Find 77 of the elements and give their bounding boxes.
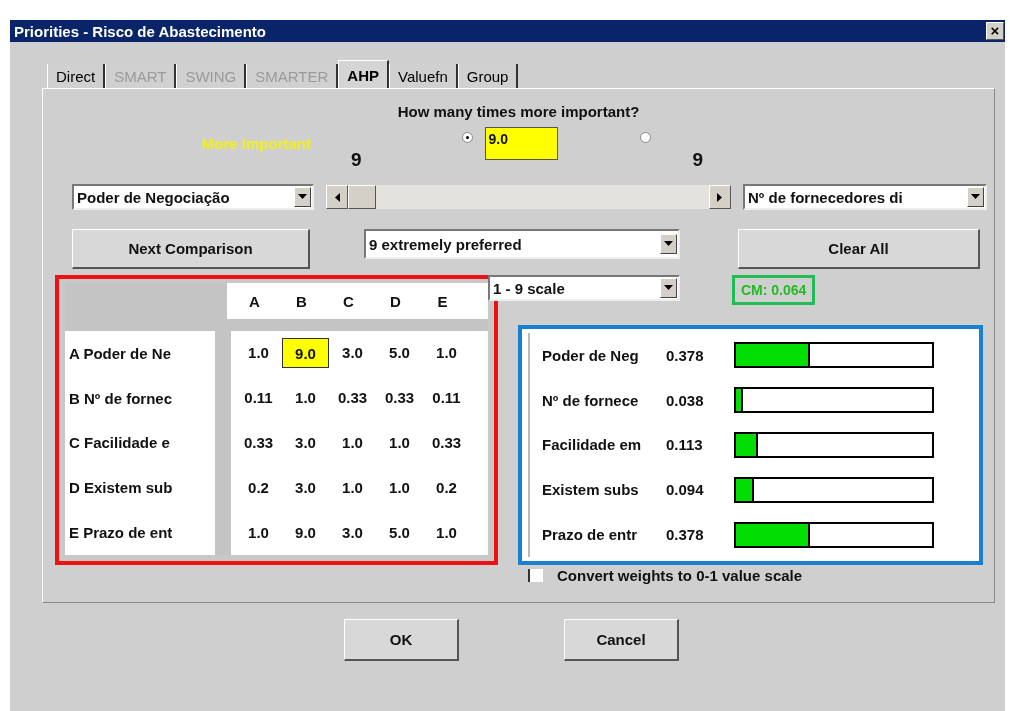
consistency-label: CM: 0.064 — [732, 275, 816, 305]
dropdown-arrow-icon — [664, 285, 673, 291]
matrix-cell[interactable]: 1.0 — [282, 383, 329, 414]
right-arrow-icon — [717, 192, 723, 202]
matrix-cell[interactable]: 5.0 — [376, 517, 423, 548]
matrix-cell[interactable]: 5.0 — [376, 338, 423, 369]
row-header: E Prazo de ent — [69, 524, 174, 542]
checkbox[interactable] — [528, 569, 543, 582]
tab[interactable]: Valuefn — [389, 64, 458, 88]
matrix-cell[interactable]: 1.0 — [423, 517, 470, 548]
weight-name: Existem subs — [542, 481, 640, 499]
matrix-cell[interactable]: 3.0 — [282, 472, 329, 503]
matrix-cell[interactable]: 0.11 — [423, 383, 470, 414]
comparison-slider[interactable] — [326, 185, 731, 209]
weight-name: Facilidade em — [542, 436, 643, 454]
dropdown-arrow-icon — [298, 194, 307, 200]
preference-dropdown[interactable]: 9 extremely preferred — [364, 229, 680, 259]
radio-button[interactable] — [639, 132, 651, 143]
question-text: How many times more important? — [396, 102, 641, 122]
row-header: B Nº de fornec — [69, 389, 173, 407]
row-header: D Existem sub — [69, 479, 174, 497]
cancel-button[interactable]: Cancel — [564, 619, 679, 661]
column-header: D — [389, 292, 402, 310]
radio-button[interactable] — [461, 132, 473, 143]
weight-value: 0.038 — [666, 391, 705, 409]
scale-label: 9 — [351, 149, 362, 171]
ratio-field[interactable]: 9.0 — [484, 127, 558, 160]
matrix-cell[interactable]: 3.0 — [329, 338, 376, 369]
column-header: E — [436, 292, 449, 310]
matrix-cell[interactable]: 9.0 — [282, 338, 329, 369]
weight-value: 0.113 — [666, 436, 704, 454]
weight-value: 0.378 — [666, 346, 705, 364]
matrix-cell[interactable]: 1.0 — [423, 338, 470, 369]
matrix-cell[interactable]: 0.2 — [235, 472, 282, 503]
dropdown-arrow-icon — [664, 241, 673, 247]
row-header: A Poder de Ne — [69, 344, 172, 362]
window-title: Priorities - Risco de Abastecimento — [14, 22, 266, 40]
matrix-cell[interactable]: 0.2 — [423, 472, 470, 503]
checkbox-label: Convert weights to 0-1 value scale — [557, 567, 803, 584]
weight-name: Poder de Neg — [542, 346, 640, 364]
matrix-cell[interactable]: 3.0 — [282, 428, 329, 458]
next-comparison-button[interactable]: Next Comparison — [72, 229, 310, 269]
more-important-label: More Important — [200, 135, 311, 152]
matrix-cell[interactable]: 0.33 — [376, 383, 423, 414]
matrix-cell[interactable]: 9.0 — [282, 517, 329, 548]
tab[interactable]: Group — [457, 64, 519, 88]
weight-value: 0.378 — [666, 526, 705, 544]
tab[interactable]: Direct — [47, 64, 106, 88]
column-header: B — [295, 292, 308, 310]
matrix-cell[interactable]: 0.33 — [235, 428, 282, 458]
close-button[interactable]: × — [986, 22, 1004, 40]
matrix-cell[interactable]: 1.0 — [376, 428, 423, 458]
ok-button[interactable]: OK — [344, 619, 459, 661]
row-header: C Facilidade e — [69, 434, 171, 452]
matrix-cell[interactable]: 3.0 — [329, 517, 376, 548]
scale-label: 9 — [692, 149, 704, 171]
matrix-cell[interactable]: 0.33 — [423, 428, 470, 458]
column-header: A — [248, 292, 261, 310]
scale-dropdown[interactable]: 1 - 9 scale — [488, 275, 680, 301]
matrix-cell[interactable]: 1.0 — [329, 472, 376, 503]
criterion-dropdown[interactable]: Poder de Negociação — [72, 184, 314, 210]
matrix-cell[interactable]: 1.0 — [376, 472, 423, 503]
slider-thumb[interactable] — [348, 185, 376, 209]
matrix-cell[interactable]: 1.0 — [329, 428, 376, 458]
matrix-cell[interactable]: 1.0 — [235, 517, 282, 548]
tab[interactable]: AHP — [338, 60, 389, 88]
matrix-cell[interactable]: 0.33 — [329, 383, 376, 414]
matrix-cell[interactable]: 1.0 — [235, 338, 282, 369]
dropdown-arrow-icon — [971, 194, 980, 200]
matrix-cell[interactable]: 0.11 — [235, 383, 282, 414]
criterion-dropdown[interactable]: Nº de fornecedores di — [743, 184, 987, 210]
left-arrow-icon — [334, 192, 340, 202]
weight-value: 0.094 — [666, 481, 705, 499]
weight-name: Prazo de entr — [542, 526, 639, 544]
clear-all-button[interactable]: Clear All — [738, 229, 980, 269]
column-header: C — [342, 292, 355, 310]
weight-name: Nº de fornece — [542, 391, 640, 409]
